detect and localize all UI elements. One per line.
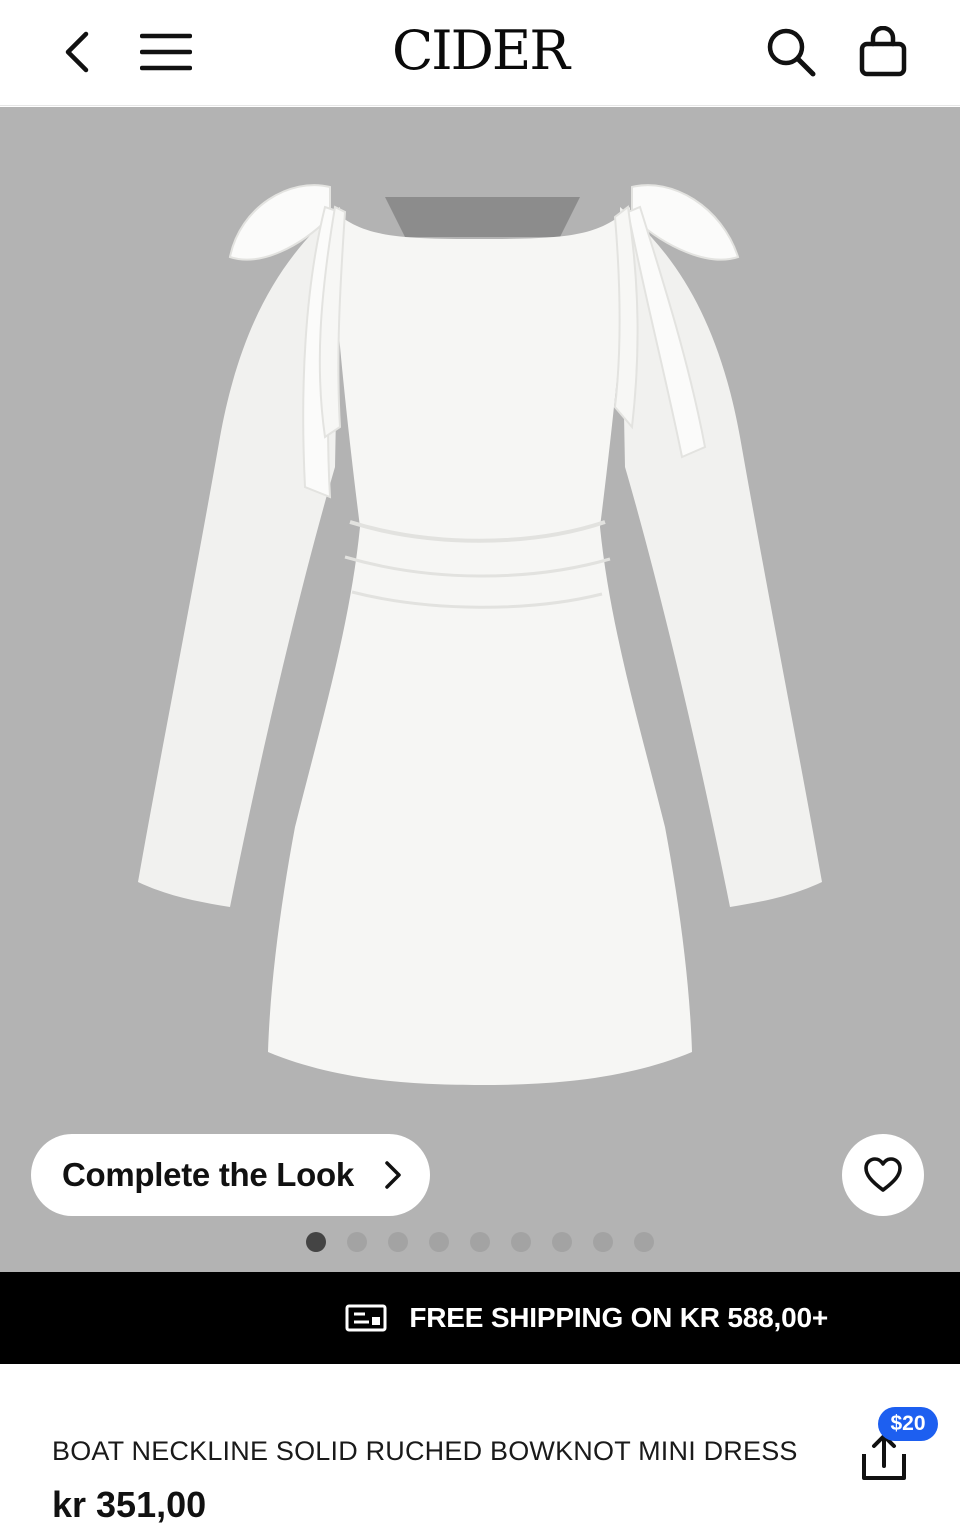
product-image bbox=[138, 184, 822, 1085]
search-icon bbox=[767, 28, 816, 77]
wishlist-button[interactable] bbox=[842, 1134, 924, 1216]
chevron-right-icon bbox=[385, 1161, 401, 1189]
free-shipping-banner[interactable]: FREE SHIPPING ON KR 588,00+ bbox=[0, 1272, 960, 1364]
complete-the-look-label: Complete the Look bbox=[62, 1156, 354, 1193]
shopping-bag-icon bbox=[859, 26, 907, 77]
gallery-dot[interactable] bbox=[347, 1232, 367, 1252]
share-reward-badge: $20 bbox=[878, 1407, 938, 1441]
shipping-truck-icon bbox=[345, 1304, 387, 1332]
gallery-dot[interactable] bbox=[593, 1232, 613, 1252]
gallery-dot[interactable] bbox=[306, 1232, 326, 1252]
product-image-gallery[interactable]: Complete the Look bbox=[0, 107, 960, 1272]
top-header: CIDER bbox=[0, 0, 960, 106]
heart-icon bbox=[864, 1157, 902, 1192]
gallery-dot[interactable] bbox=[552, 1232, 572, 1252]
gallery-dot[interactable] bbox=[429, 1232, 449, 1252]
product-price: kr 351,00 bbox=[52, 1484, 207, 1525]
gallery-pagination bbox=[306, 1232, 654, 1252]
free-shipping-text: FREE SHIPPING ON KR 588,00+ bbox=[409, 1302, 828, 1333]
search-button[interactable] bbox=[759, 20, 823, 84]
gallery-dot[interactable] bbox=[388, 1232, 408, 1252]
gallery-dot[interactable] bbox=[470, 1232, 490, 1252]
complete-the-look-button[interactable]: Complete the Look bbox=[31, 1134, 430, 1216]
gallery-dot[interactable] bbox=[634, 1232, 654, 1252]
product-title: BOAT NECKLINE SOLID RUCHED BOWKNOT MINI … bbox=[52, 1436, 798, 1466]
gallery-dot[interactable] bbox=[511, 1232, 531, 1252]
cart-button[interactable] bbox=[851, 20, 915, 84]
